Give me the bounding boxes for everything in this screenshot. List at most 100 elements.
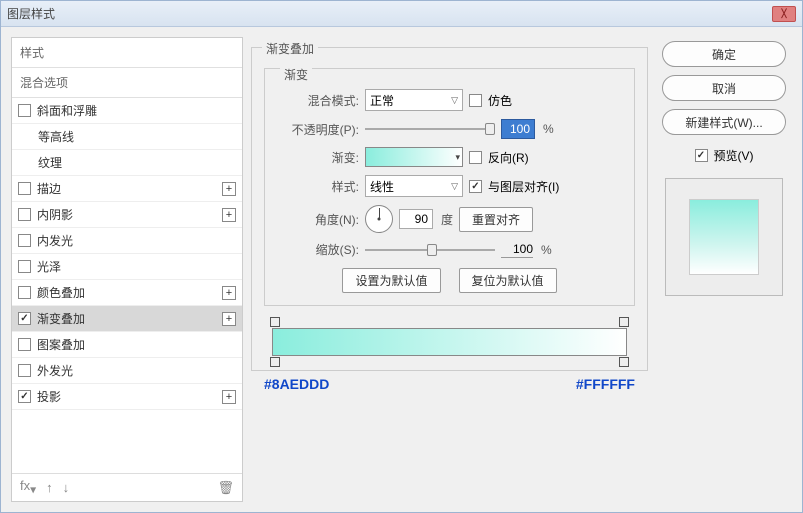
fx-menu-icon[interactable]: fx▾ bbox=[20, 478, 36, 497]
style-label: 斜面和浮雕 bbox=[37, 102, 236, 119]
color-stop-left[interactable] bbox=[270, 357, 280, 367]
new-style-button[interactable]: 新建样式(W)... bbox=[662, 109, 786, 135]
angle-dial[interactable] bbox=[365, 205, 393, 233]
scale-slider-thumb[interactable] bbox=[427, 244, 437, 256]
opacity-slider-thumb[interactable] bbox=[485, 123, 495, 135]
cancel-button[interactable]: 取消 bbox=[662, 75, 786, 101]
ok-button[interactable]: 确定 bbox=[662, 41, 786, 67]
style-item-9[interactable]: 图案叠加 bbox=[12, 332, 242, 358]
reset-default-button[interactable]: 复位为默认值 bbox=[459, 268, 557, 293]
preview-label: 预览(V) bbox=[714, 147, 754, 164]
hex-left-label: #8AEDDD bbox=[264, 376, 329, 392]
gradient-editor[interactable]: #8AEDDD #FFFFFF bbox=[264, 328, 635, 356]
chevron-down-icon: ▽ bbox=[451, 95, 458, 106]
style-label: 描边 bbox=[37, 180, 216, 197]
add-effect-icon[interactable]: + bbox=[222, 286, 236, 300]
color-stop-right[interactable] bbox=[619, 357, 629, 367]
style-item-8[interactable]: 渐变叠加 + bbox=[12, 306, 242, 332]
set-default-button[interactable]: 设置为默认值 bbox=[342, 268, 440, 293]
opacity-value[interactable]: 100 bbox=[501, 119, 535, 139]
opacity-stop-left[interactable] bbox=[270, 317, 280, 327]
style-label: 内发光 bbox=[37, 232, 236, 249]
scale-unit: % bbox=[541, 243, 552, 257]
preview-toggle-row: 预览(V) bbox=[695, 147, 754, 164]
style-checkbox[interactable] bbox=[18, 364, 31, 377]
opacity-slider[interactable] bbox=[365, 128, 495, 130]
close-button[interactable]: ╳ bbox=[772, 6, 796, 22]
align-checkbox[interactable] bbox=[469, 180, 482, 193]
dialog-content: 样式 混合选项 斜面和浮雕等高线纹理描边 + 内阴影 + 内发光光泽颜色叠加 + 渐变叠加 +… bbox=[1, 27, 802, 512]
preview-box bbox=[665, 178, 783, 296]
style-checkbox[interactable] bbox=[18, 390, 31, 403]
align-label: 与图层对齐(I) bbox=[488, 178, 559, 195]
layer-style-dialog: 图层样式 ╳ 样式 混合选项 斜面和浮雕等高线纹理描边 + 内阴影 + 内发光光泽颜色叠… bbox=[0, 0, 803, 513]
styles-list: 斜面和浮雕等高线纹理描边+内阴影+内发光光泽颜色叠加+渐变叠加+图案叠加外发光投… bbox=[12, 98, 242, 473]
gradient-bar[interactable] bbox=[272, 328, 627, 356]
chevron-down-icon: ▽ bbox=[451, 181, 458, 192]
gradient-subgroup: 渐变 混合模式: 正常 ▽ 仿色 不透明度(P): bbox=[264, 68, 635, 306]
chevron-down-icon: ▾ bbox=[455, 152, 460, 163]
titlebar: 图层样式 ╳ bbox=[1, 1, 802, 27]
style-label: 纹理 bbox=[38, 154, 236, 171]
reverse-checkbox[interactable] bbox=[469, 151, 482, 164]
add-effect-icon[interactable]: + bbox=[222, 390, 236, 404]
style-label: 图案叠加 bbox=[37, 336, 236, 353]
angle-label: 角度(N): bbox=[281, 211, 359, 228]
style-checkbox[interactable] bbox=[18, 182, 31, 195]
blend-mode-select[interactable]: 正常 ▽ bbox=[365, 89, 463, 111]
dialog-title: 图层样式 bbox=[7, 5, 55, 22]
gradient-overlay-panel: 渐变叠加 渐变 混合模式: 正常 ▽ 仿色 不透明度(P): bbox=[251, 37, 648, 502]
style-item-3[interactable]: 描边 + bbox=[12, 176, 242, 202]
style-item-5[interactable]: 内发光 bbox=[12, 228, 242, 254]
arrow-up-icon[interactable]: ↑ bbox=[46, 480, 53, 495]
style-item-11[interactable]: 投影 + bbox=[12, 384, 242, 410]
add-effect-icon[interactable]: + bbox=[222, 182, 236, 196]
gradient-label: 渐变: bbox=[281, 149, 359, 166]
style-label: 投影 bbox=[37, 388, 216, 405]
scale-label: 缩放(S): bbox=[281, 241, 359, 258]
style-checkbox[interactable] bbox=[18, 312, 31, 325]
dither-checkbox[interactable] bbox=[469, 94, 482, 107]
gradient-overlay-group: 渐变叠加 渐变 混合模式: 正常 ▽ 仿色 不透明度(P): bbox=[251, 47, 648, 371]
angle-unit: 度 bbox=[441, 211, 453, 228]
style-label: 等高线 bbox=[38, 128, 236, 145]
gradient-swatch[interactable]: ▾ bbox=[365, 147, 463, 167]
style-checkbox[interactable] bbox=[18, 208, 31, 221]
preview-checkbox[interactable] bbox=[695, 149, 708, 162]
styles-header[interactable]: 样式 bbox=[12, 38, 242, 68]
scale-value[interactable]: 100 bbox=[501, 242, 533, 258]
style-checkbox[interactable] bbox=[18, 260, 31, 273]
trash-icon[interactable]: 🗑 bbox=[217, 480, 234, 496]
preview-swatch bbox=[689, 199, 759, 275]
style-label: 光泽 bbox=[37, 258, 236, 275]
style-select[interactable]: 线性 ▽ bbox=[365, 175, 463, 197]
subgroup-title: 渐变 bbox=[280, 66, 312, 83]
style-item-7[interactable]: 颜色叠加 + bbox=[12, 280, 242, 306]
style-item-2[interactable]: 纹理 bbox=[12, 150, 242, 176]
arrow-down-icon[interactable]: ↓ bbox=[63, 480, 70, 495]
style-item-1[interactable]: 等高线 bbox=[12, 124, 242, 150]
style-item-10[interactable]: 外发光 bbox=[12, 358, 242, 384]
style-checkbox[interactable] bbox=[18, 286, 31, 299]
style-checkbox[interactable] bbox=[18, 234, 31, 247]
add-effect-icon[interactable]: + bbox=[222, 208, 236, 222]
opacity-stop-right[interactable] bbox=[619, 317, 629, 327]
style-value: 线性 bbox=[370, 178, 394, 195]
style-item-4[interactable]: 内阴影 + bbox=[12, 202, 242, 228]
group-title: 渐变叠加 bbox=[262, 40, 318, 57]
style-item-6[interactable]: 光泽 bbox=[12, 254, 242, 280]
style-checkbox[interactable] bbox=[18, 338, 31, 351]
opacity-unit: % bbox=[543, 122, 554, 136]
scale-slider[interactable] bbox=[365, 249, 495, 251]
add-effect-icon[interactable]: + bbox=[222, 312, 236, 326]
reverse-label: 反向(R) bbox=[488, 149, 529, 166]
dither-label: 仿色 bbox=[488, 92, 512, 109]
angle-value[interactable]: 90 bbox=[399, 209, 433, 229]
style-label: 内阴影 bbox=[37, 206, 216, 223]
style-label: 颜色叠加 bbox=[37, 284, 216, 301]
blend-options-header[interactable]: 混合选项 bbox=[12, 68, 242, 98]
style-label: 渐变叠加 bbox=[37, 310, 216, 327]
style-checkbox[interactable] bbox=[18, 104, 31, 117]
reset-align-button[interactable]: 重置对齐 bbox=[459, 207, 533, 232]
style-item-0[interactable]: 斜面和浮雕 bbox=[12, 98, 242, 124]
